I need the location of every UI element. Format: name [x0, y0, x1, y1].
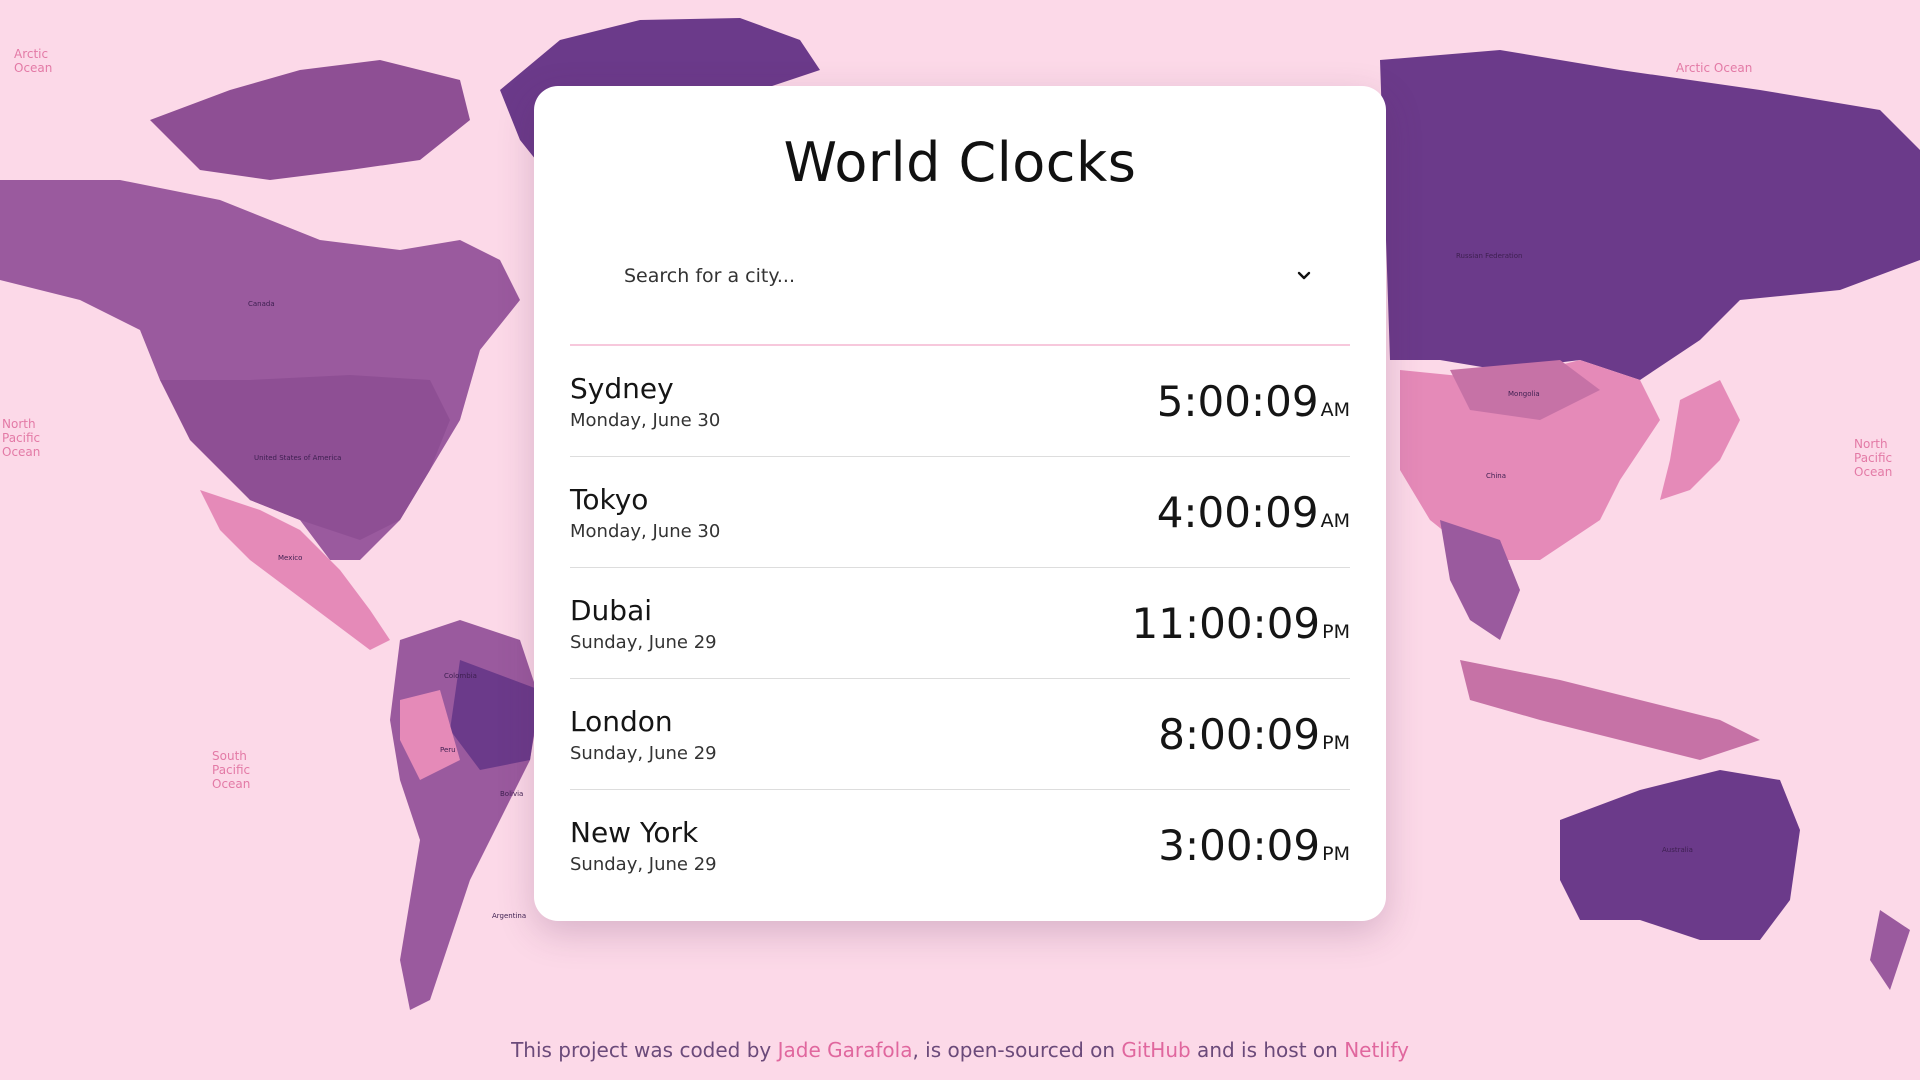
map-indonesia	[1460, 660, 1760, 760]
svg-text:Arctic Ocean: Arctic Ocean	[14, 47, 52, 75]
ocean-label-spac-l3: Ocean	[212, 777, 250, 791]
footer-text-3: and is host on	[1190, 1038, 1345, 1062]
city-row-sydney: Sydney Monday, June 30 5:00:09 AM	[570, 346, 1350, 457]
map-japan	[1660, 380, 1740, 500]
country-label-china: China	[1486, 472, 1506, 480]
city-date: Monday, June 30	[570, 520, 721, 542]
ocean-label-arctic-e: Arctic Ocean	[1676, 61, 1752, 75]
map-russia	[1380, 50, 1920, 380]
country-label-mexico: Mexico	[278, 554, 302, 562]
time-ampm: AM	[1320, 398, 1350, 421]
country-label-australia: Australia	[1662, 846, 1693, 854]
svg-text:North Pacific Ocean: North Pacific Ocean	[2, 417, 44, 459]
ocean-label-npac-w-l3: Ocean	[2, 445, 40, 459]
ocean-label-spac-l1: South	[212, 749, 247, 763]
city-info: Dubai Sunday, June 29	[570, 594, 717, 653]
city-name: Tokyo	[570, 482, 649, 516]
time-value: 8:00:09	[1158, 709, 1321, 759]
github-link[interactable]: GitHub	[1121, 1038, 1190, 1062]
city-date: Sunday, June 29	[570, 742, 717, 764]
city-search-select[interactable]: Search for a city...	[570, 246, 1350, 306]
city-date: Monday, June 30	[570, 409, 721, 431]
city-info: Sydney Monday, June 30	[570, 372, 720, 431]
city-name: London	[570, 704, 673, 738]
city-time: 11:00:09 PM	[1132, 599, 1351, 648]
country-label-usa: United States of America	[254, 454, 341, 462]
footer-text-1: This project was coded by	[511, 1038, 778, 1062]
city-row-london: London Sunday, June 29 8:00:09 PM	[570, 679, 1350, 790]
time-ampm: AM	[1320, 509, 1350, 532]
time-ampm: PM	[1322, 842, 1350, 865]
city-search-placeholder: Search for a city...	[624, 265, 795, 287]
time-ampm: PM	[1322, 620, 1350, 643]
ocean-label-arctic-w-l2: Ocean	[14, 61, 52, 75]
map-australia	[1560, 770, 1800, 940]
ocean-label-npac-e-l2: Pacific	[1854, 451, 1892, 465]
city-date: Sunday, June 29	[570, 631, 717, 653]
country-label-colombia: Colombia	[444, 672, 477, 680]
time-value: 5:00:09	[1156, 376, 1319, 426]
ocean-label-arctic-w-l1: Arctic	[14, 47, 48, 61]
city-date: Sunday, June 29	[570, 853, 717, 875]
svg-text:South Pacific Ocean: South Pacific Ocean	[212, 749, 254, 791]
time-value: 11:00:09	[1131, 598, 1321, 648]
city-time: 3:00:09 PM	[1158, 821, 1350, 870]
country-label-argentina: Argentina	[492, 912, 526, 920]
netlify-link[interactable]: Netlify	[1344, 1038, 1409, 1062]
city-row-new-york: New York Sunday, June 29 3:00:09 PM	[570, 790, 1350, 900]
city-name: Sydney	[570, 371, 674, 405]
time-ampm: PM	[1322, 731, 1350, 754]
country-label-bolivia: Bolivia	[500, 790, 523, 798]
city-time: 5:00:09 AM	[1157, 377, 1350, 426]
world-clocks-card: World Clocks Search for a city... Sydney…	[534, 86, 1386, 921]
city-info: London Sunday, June 29	[570, 705, 717, 764]
page-title: World Clocks	[783, 131, 1137, 194]
map-canada-islands	[150, 60, 470, 180]
city-name: Dubai	[570, 593, 653, 627]
city-row-dubai: Dubai Sunday, June 29 11:00:09 PM	[570, 568, 1350, 679]
city-row-tokyo: Tokyo Monday, June 30 4:00:09 AM	[570, 457, 1350, 568]
time-value: 3:00:09	[1158, 820, 1321, 870]
footer-text-2: , is open-sourced on	[912, 1038, 1122, 1062]
author-link[interactable]: Jade Garafola	[778, 1038, 913, 1062]
city-name: New York	[570, 815, 699, 849]
city-list: Sydney Monday, June 30 5:00:09 AM Tokyo …	[570, 346, 1350, 900]
city-info: New York Sunday, June 29	[570, 816, 717, 875]
city-time: 4:00:09 AM	[1157, 488, 1350, 537]
ocean-label-npac-e-l1: North	[1854, 437, 1888, 451]
ocean-label-npac-w-l2: Pacific	[2, 431, 40, 445]
country-label-canada: Canada	[248, 300, 275, 308]
chevron-down-icon[interactable]	[1294, 266, 1314, 286]
footer: This project was coded by Jade Garafola,…	[0, 1038, 1920, 1062]
ocean-label-spac-l2: Pacific	[212, 763, 250, 777]
city-time: 8:00:09 PM	[1158, 710, 1350, 759]
city-info: Tokyo Monday, June 30	[570, 483, 720, 542]
map-new-zealand	[1870, 910, 1910, 990]
ocean-label-npac-w-l1: North	[2, 417, 36, 431]
country-label-mongolia: Mongolia	[1508, 390, 1540, 398]
ocean-label-npac-e-l3: Ocean	[1854, 465, 1892, 479]
svg-text:North Pacific Ocean: North Pacific Ocean	[1854, 437, 1896, 479]
country-label-peru: Peru	[440, 746, 456, 754]
time-value: 4:00:09	[1156, 487, 1319, 537]
country-label-russia: Russian Federation	[1456, 252, 1522, 260]
